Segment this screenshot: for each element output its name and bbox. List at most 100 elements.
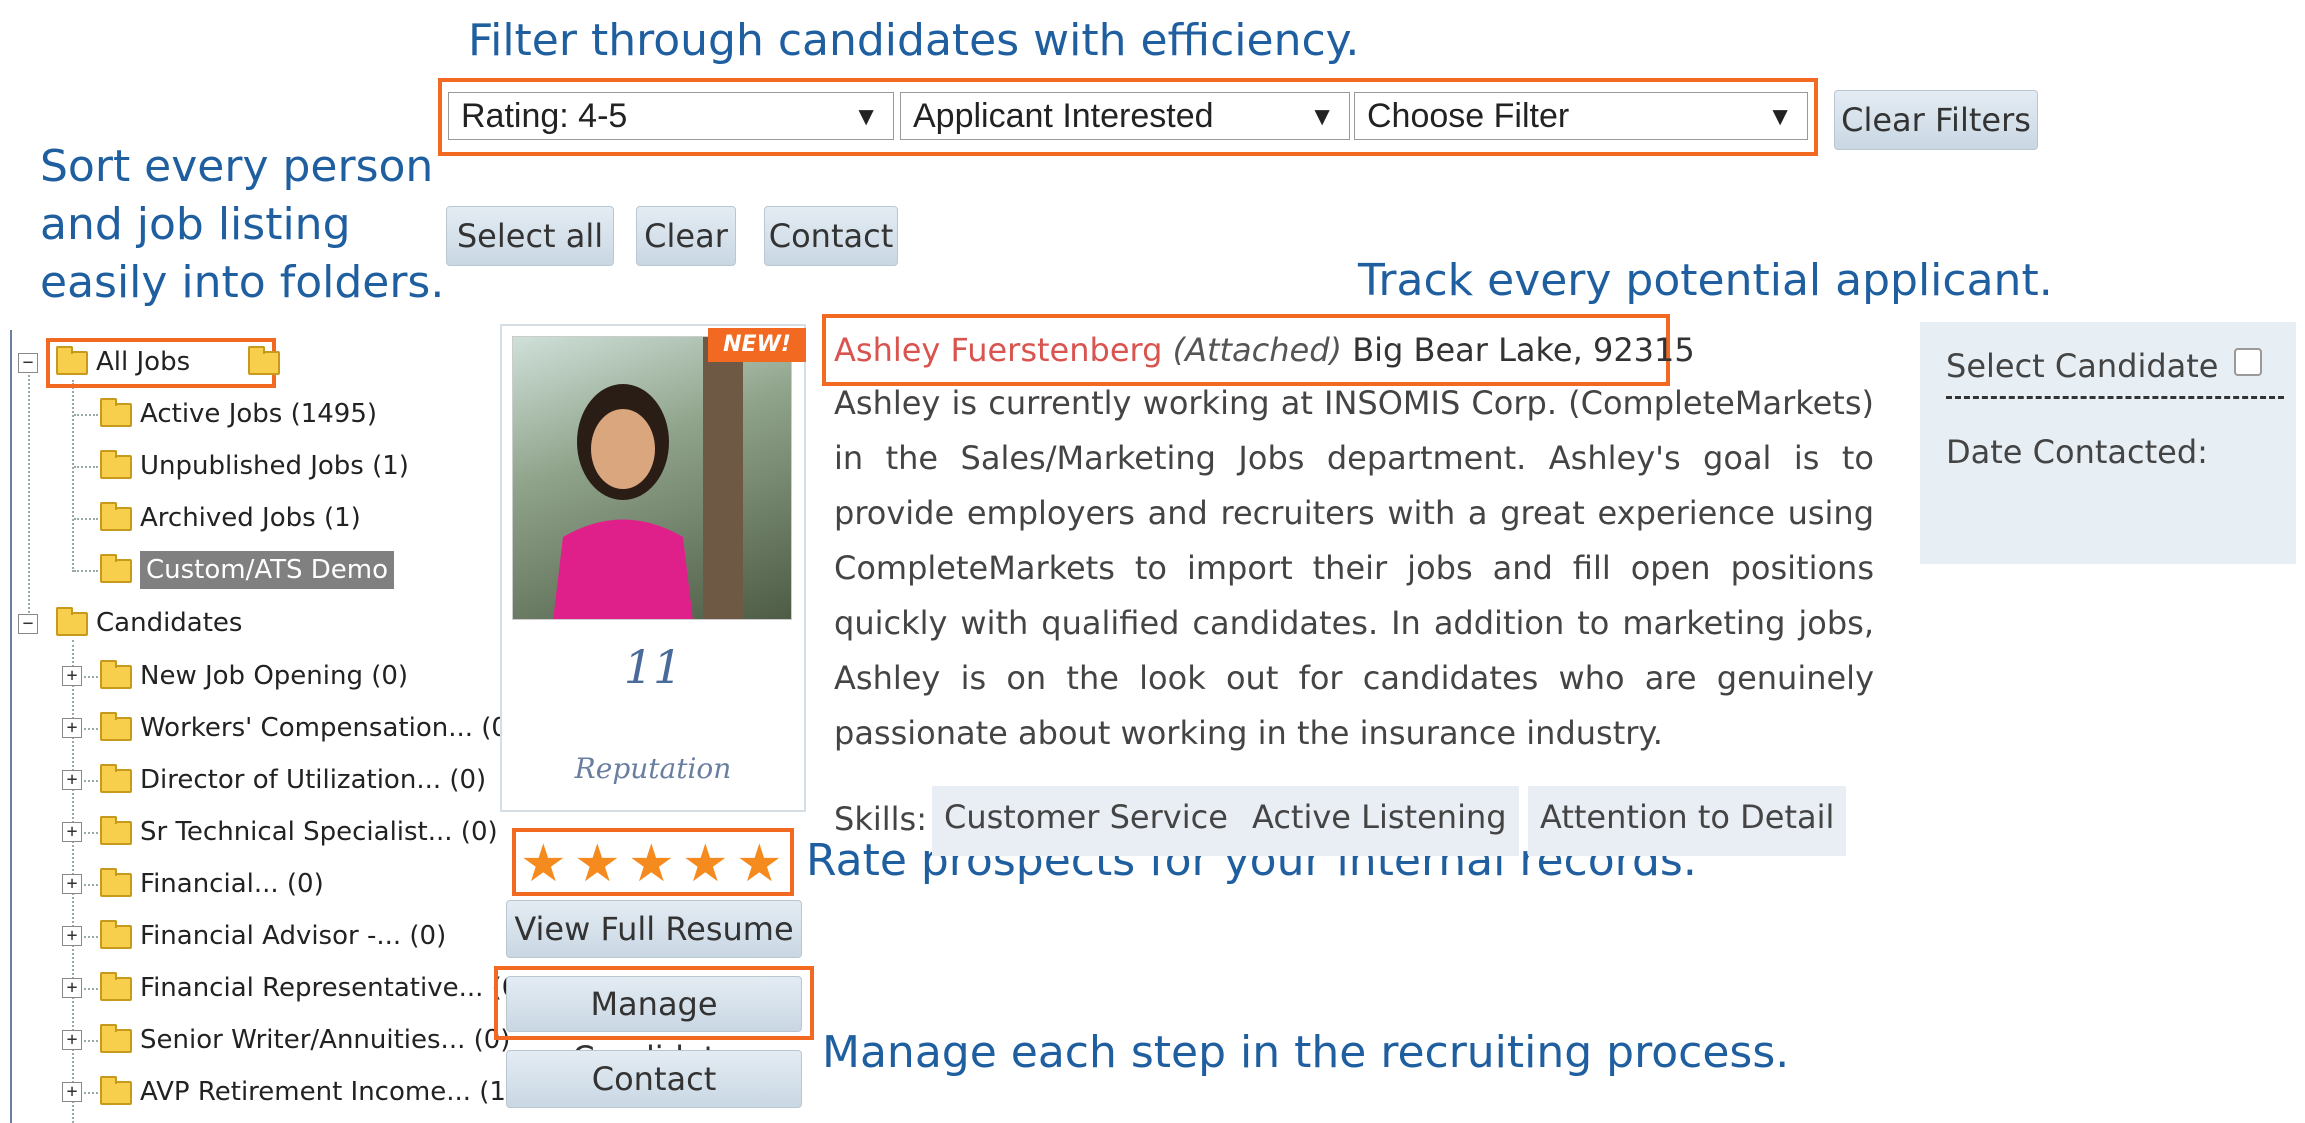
folder-icon	[100, 919, 132, 949]
choose-filter-select[interactable]: Choose Filter ▼	[1354, 92, 1808, 140]
star-icon[interactable]: ★	[520, 838, 567, 890]
expand-icon[interactable]: +	[62, 1082, 82, 1102]
chevron-down-icon: ▼	[1309, 101, 1335, 131]
tree-item-candidate-folder[interactable]: Financial Advisor -... (0)	[100, 916, 446, 956]
folder-icon	[56, 345, 88, 375]
folder-icon	[100, 449, 132, 479]
tree-label: Financial Advisor -... (0)	[140, 921, 447, 951]
expand-icon[interactable]: +	[62, 822, 82, 842]
expand-icon[interactable]: +	[62, 666, 82, 686]
tree-connector	[72, 380, 74, 572]
status-filter-value: Applicant Interested	[913, 97, 1214, 135]
choose-filter-value: Choose Filter	[1367, 97, 1570, 135]
tree-item-candidate-folder[interactable]: Senior Writer/Annuities... (0)	[100, 1020, 510, 1060]
select-candidate-checkbox[interactable]	[2234, 348, 2262, 376]
tree-item-custom-ats-demo[interactable]: Custom/ATS Demo	[100, 550, 395, 590]
panel-divider	[1946, 396, 2284, 399]
tree-item-candidate-folder[interactable]: Workers' Compensation... (0)	[100, 708, 518, 748]
skill-tag: Active Listening	[1240, 786, 1519, 856]
expand-icon[interactable]: +	[62, 718, 82, 738]
candidate-description: Ashley is currently working at INSOMIS C…	[834, 384, 1874, 752]
tree-connector	[84, 936, 98, 938]
tree-item-candidates[interactable]: Candidates	[56, 603, 242, 643]
caption-sort-1: Sort every person	[40, 141, 434, 192]
skill-tag: Attention to Detail	[1528, 786, 1847, 856]
select-all-button[interactable]: Select all	[446, 206, 614, 266]
collapse-icon[interactable]: −	[18, 353, 38, 373]
tree-label: All Jobs	[96, 347, 191, 377]
new-folder-icon[interactable]	[248, 345, 281, 375]
folder-icon	[100, 971, 132, 1001]
tree-connector	[74, 414, 98, 416]
tree-item-candidate-folder[interactable]: Sr Technical Specialist... (0)	[100, 812, 498, 852]
tree-item-unpublished-jobs[interactable]: Unpublished Jobs (1)	[100, 446, 409, 486]
card-contact-button[interactable]: Contact	[506, 1050, 802, 1108]
caption-filter: Filter through candidates with efficienc…	[468, 15, 1360, 66]
tree-connector	[84, 780, 98, 782]
tree-item-all-jobs[interactable]: All Jobs	[56, 342, 288, 382]
tree-label: New Job Opening (0)	[140, 661, 409, 691]
tree-connector	[28, 368, 30, 624]
tree-connector	[74, 518, 98, 520]
view-full-resume-button[interactable]: View Full Resume	[506, 900, 802, 958]
manage-candidate-button[interactable]: Manage Candidate	[506, 976, 802, 1077]
clear-filters-button[interactable]: Clear Filters	[1834, 90, 2038, 150]
expand-icon[interactable]: +	[62, 770, 82, 790]
folder-icon	[100, 867, 132, 897]
tree-item-candidate-folder[interactable]: New Job Opening (0)	[100, 656, 408, 696]
candidate-name-link[interactable]: Ashley Fuerstenberg	[834, 331, 1162, 369]
star-icon[interactable]: ★	[574, 838, 621, 890]
skill-tag: Customer Service	[932, 786, 1240, 856]
reputation-score: 11	[623, 640, 683, 694]
tree-label: Workers' Compensation... (0)	[140, 713, 519, 743]
expand-icon[interactable]: +	[62, 874, 82, 894]
tree-connector	[84, 1092, 98, 1094]
caption-manage: Manage each step in the recruiting proce…	[822, 1027, 1790, 1078]
candidate-avatar	[553, 337, 743, 619]
star-icon[interactable]: ★	[682, 838, 729, 890]
tree-border	[10, 330, 12, 1123]
tree-label: Financial Representative... (0)	[140, 973, 529, 1003]
folder-icon	[100, 553, 132, 583]
tree-item-active-jobs[interactable]: Active Jobs (1495)	[100, 394, 377, 434]
star-icon[interactable]: ★	[736, 838, 783, 890]
folder-icon	[56, 606, 88, 636]
candidate-photo	[512, 336, 792, 620]
expand-icon[interactable]: +	[62, 1030, 82, 1050]
folder-icon	[100, 501, 132, 531]
tree-connector	[74, 570, 98, 572]
tree-connector	[74, 466, 98, 468]
tree-label: Archived Jobs (1)	[140, 503, 361, 533]
folder-icon	[100, 763, 132, 793]
tree-label: Senior Writer/Annuities... (0)	[140, 1025, 511, 1055]
folder-icon	[100, 397, 132, 427]
rating-filter-select[interactable]: Rating: 4-5 ▼	[448, 92, 894, 140]
tree-item-candidate-folder[interactable]: Financial... (0)	[100, 864, 324, 904]
tree-connector	[84, 884, 98, 886]
tree-item-archived-jobs[interactable]: Archived Jobs (1)	[100, 498, 361, 538]
tree-connector	[84, 988, 98, 990]
star-icon[interactable]: ★	[628, 838, 675, 890]
status-filter-select[interactable]: Applicant Interested ▼	[900, 92, 1350, 140]
attached-label: (Attached)	[1172, 331, 1343, 369]
expand-icon[interactable]: +	[62, 978, 82, 998]
candidate-location: Big Bear Lake, 92315	[1352, 331, 1695, 369]
tree-item-candidate-folder[interactable]: Financial Representative... (0)	[100, 968, 528, 1008]
clear-button[interactable]: Clear	[636, 206, 736, 266]
tree-connector	[84, 728, 98, 730]
tree-label: Unpublished Jobs (1)	[140, 451, 409, 481]
reputation-label: Reputation	[574, 752, 732, 785]
tree-item-candidate-folder[interactable]: Director of Utilization... (0)	[100, 760, 486, 800]
tree-item-candidate-folder[interactable]: AVP Retirement Income... (1)	[100, 1072, 516, 1112]
contact-button[interactable]: Contact	[764, 206, 898, 266]
expand-icon[interactable]: +	[62, 926, 82, 946]
select-candidate-label: Select Candidate	[1946, 347, 2219, 385]
collapse-icon[interactable]: −	[18, 614, 38, 634]
folder-icon	[100, 815, 132, 845]
folder-icon	[100, 711, 132, 741]
tree-label: Director of Utilization... (0)	[140, 765, 487, 795]
tree-label: Financial... (0)	[140, 869, 324, 899]
candidate-header: Ashley Fuerstenberg (Attached) Big Bear …	[834, 326, 1695, 374]
folder-icon	[100, 1023, 132, 1053]
tree-label: Candidates	[96, 608, 243, 638]
